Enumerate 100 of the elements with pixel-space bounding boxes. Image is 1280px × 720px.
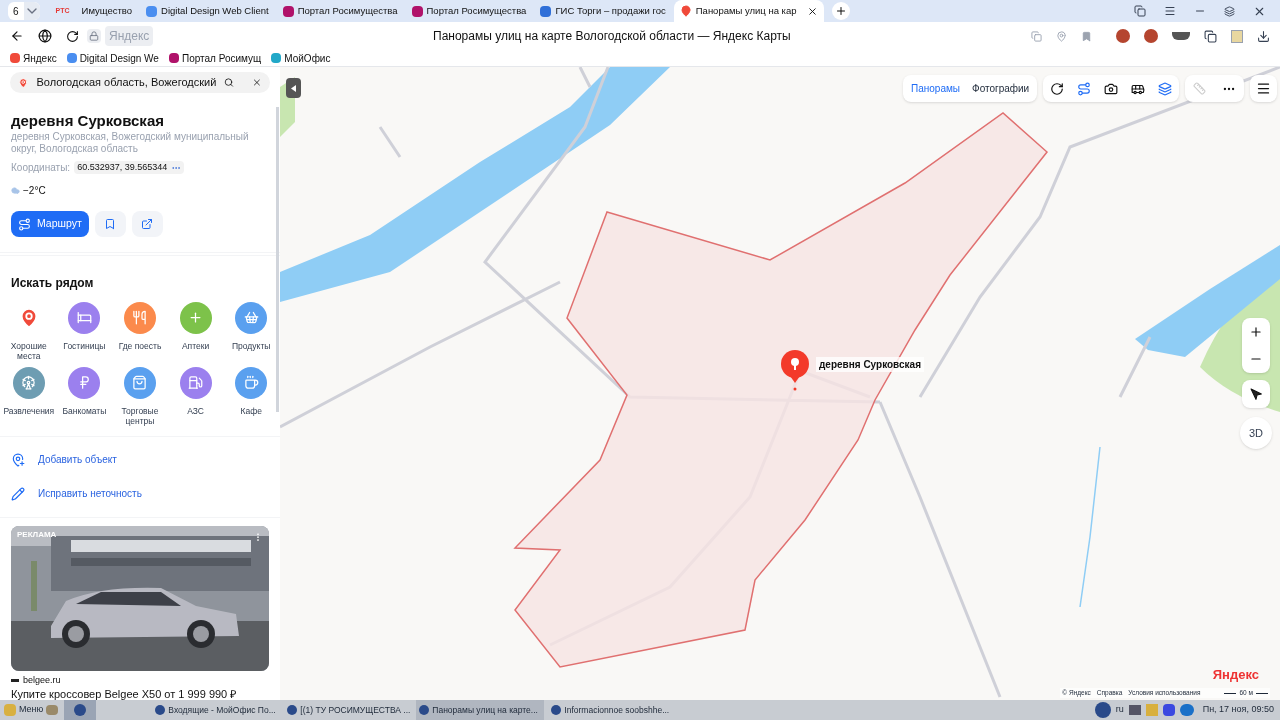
bookmark-icon: [104, 218, 117, 231]
menu-button[interactable]: [1250, 75, 1278, 102]
category-item[interactable]: Гостиницы: [56, 301, 113, 361]
category-item[interactable]: Кафе: [223, 366, 279, 426]
new-tab-icon[interactable]: [831, 2, 850, 20]
brand-icon: [11, 678, 19, 682]
favicon-icon: [540, 5, 552, 17]
share-button[interactable]: [131, 211, 163, 238]
route-icon[interactable]: [1077, 81, 1092, 96]
mode-tab[interactable]: Фотографии: [972, 81, 1030, 96]
tray-icon[interactable]: [1128, 705, 1141, 715]
scrollbar[interactable]: [276, 107, 279, 412]
bookmark-title: Digital Design We: [79, 51, 159, 66]
reload-icon[interactable]: [66, 29, 79, 43]
category-item[interactable]: Развлечения: [1, 366, 57, 426]
tray-icon[interactable]: [1179, 704, 1194, 716]
map-marker-icon[interactable]: [780, 349, 810, 391]
download-icon[interactable]: [1257, 29, 1270, 43]
category-item[interactable]: Банкоматы: [56, 366, 113, 426]
ad-headline[interactable]: Купите кроссовер Belgee X50 от 1 999 990 ₽: [11, 688, 269, 700]
share-icon: [141, 218, 154, 231]
category-item[interactable]: Где поесть: [112, 301, 168, 361]
category-item[interactable]: Аптеки: [167, 301, 224, 361]
bookmark-title: Портал Росимущ: [181, 51, 262, 66]
taskbar-window[interactable]: Панорамы улиц на карте...: [416, 700, 545, 720]
location-arrow-icon: [1249, 387, 1263, 401]
tab-title: Портал Росимущества: [426, 3, 527, 18]
camera-icon[interactable]: [1104, 81, 1119, 96]
action-link[interactable]: Исправить неточность: [11, 476, 269, 511]
bookmark-title: МойОфис: [284, 51, 331, 66]
extension-icon[interactable]: [1204, 29, 1217, 43]
menu-icon: [1256, 81, 1272, 96]
tab-title: Портал Росимущества: [297, 3, 398, 18]
bookmark-link[interactable]: Digital Design We: [66, 50, 159, 66]
zoom-in-icon[interactable]: [1249, 324, 1263, 339]
favicon-icon: [282, 5, 294, 17]
map-pin-icon: [679, 5, 692, 17]
category-label: Аптеки: [180, 340, 211, 351]
close-icon[interactable]: [806, 5, 818, 17]
browser-tab[interactable]: ГИС Торги – продажи гос: [534, 0, 672, 22]
favicon-icon: [271, 53, 282, 63]
category-item[interactable]: Торговые центры: [112, 366, 168, 426]
cloud-icon: [11, 186, 20, 196]
category-label: Торговые центры: [120, 405, 160, 426]
start-menu-button[interactable]: Меню: [2, 703, 61, 717]
collapse-icon: [291, 84, 296, 92]
tabs-icon[interactable]: [1134, 5, 1146, 17]
weather-text: −2°C: [23, 184, 46, 199]
browser-tab[interactable]: Портал Росимущества: [405, 0, 533, 22]
ad-label: РЕКЛАМА: [17, 528, 57, 541]
tray-icon[interactable]: [1162, 704, 1175, 716]
category-label: Гостиницы: [62, 340, 107, 351]
chevron-down-icon[interactable]: [23, 2, 40, 20]
coordinates-value[interactable]: 60.532937, 39.565344: [74, 160, 185, 175]
category-item[interactable]: АЗС: [167, 366, 224, 426]
collapse-button[interactable]: [286, 78, 301, 98]
category-item[interactable]: Хорошие места: [1, 301, 57, 361]
menu-icon[interactable]: [1164, 5, 1176, 17]
extension-icon[interactable]: [1172, 32, 1190, 40]
category-label: Хорошие места: [9, 340, 48, 361]
category-label: Где поесть: [117, 340, 163, 351]
tab-title: Digital Design Web Client: [161, 3, 269, 18]
extension-icon[interactable]: [1144, 29, 1158, 43]
action-link[interactable]: Добавить объект: [11, 442, 269, 477]
add-icon: [11, 452, 25, 467]
taskbar-window[interactable]: Informacionnoe soobshhe...: [548, 700, 677, 720]
location-button[interactable]: [1242, 380, 1270, 408]
edit-icon: [11, 486, 25, 501]
route-button[interactable]: Маршрут: [11, 211, 89, 238]
bookmark-link[interactable]: Яндекс: [10, 50, 57, 66]
mode-tab[interactable]: Панорамы: [911, 81, 961, 96]
browser-tray-icon[interactable]: [1094, 702, 1111, 718]
route-icon: [18, 217, 31, 231]
category-item[interactable]: Продукты: [223, 301, 279, 361]
map-logo: Яндекс: [1212, 665, 1259, 684]
favicon-icon: [168, 53, 179, 63]
favicon-icon: [411, 5, 423, 17]
browser-tab[interactable]: Панорамы улиц на кар: [673, 0, 824, 22]
bookmark-icon[interactable]: [1081, 30, 1092, 42]
back-icon[interactable]: [10, 29, 24, 43]
section-title: Искать рядом: [11, 275, 94, 290]
taskbar-window[interactable]: [(1) ТУ РОСИМУЩЕСТВА ...: [284, 700, 413, 720]
bookmark-button[interactable]: [94, 211, 126, 238]
extension-icon[interactable]: [1116, 29, 1130, 43]
favicon-icon: [10, 53, 20, 63]
browser-tab[interactable]: Digital Design Web Client: [140, 0, 275, 22]
category-label: Развлечения: [2, 405, 56, 416]
language-indicator[interactable]: ru: [1115, 703, 1124, 717]
bookmark-link[interactable]: Портал Росимущ: [168, 50, 262, 66]
search-field[interactable]: Вологодская область, Вожегодский: [10, 72, 270, 94]
taskbar-window[interactable]: Входящие - МойОфис По...: [152, 700, 281, 720]
category-label: Кафе: [239, 405, 263, 416]
favicon-icon: [66, 53, 77, 63]
tab-title: Имущество: [81, 3, 133, 18]
coordinates-label: Координаты:: [11, 161, 71, 176]
browser-icon[interactable]: [64, 700, 97, 720]
layers-icon[interactable]: [1158, 81, 1173, 96]
browser-tab[interactable]: Портал Росимущества: [276, 0, 404, 22]
bookmark-link[interactable]: МойОфис: [271, 50, 331, 66]
clock[interactable]: Пн, 17 ноя, 09:50: [1202, 703, 1274, 717]
